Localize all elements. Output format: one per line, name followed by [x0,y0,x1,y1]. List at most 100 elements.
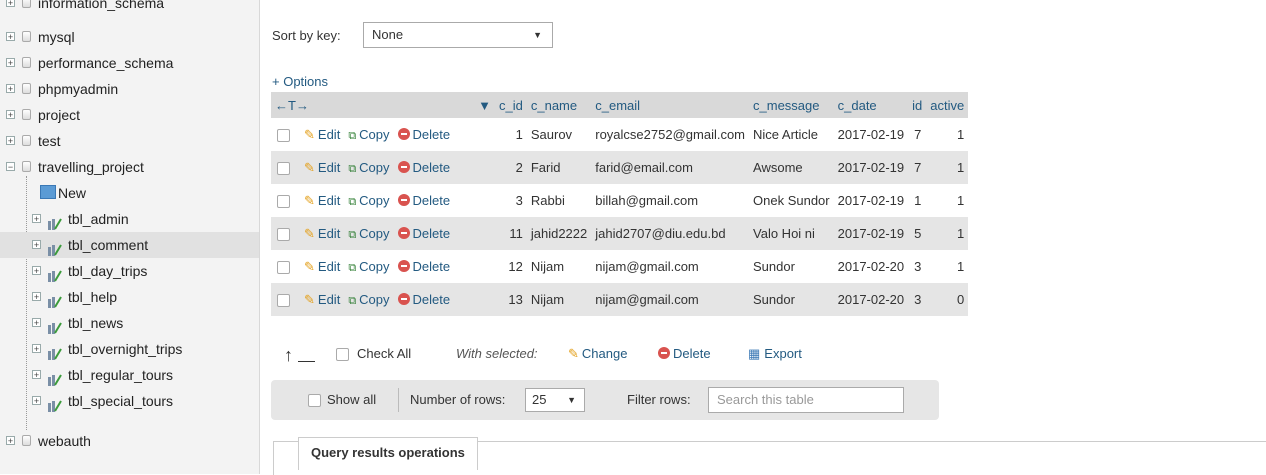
sidebar-item-tbl-comment[interactable]: + tbl_comment [0,232,259,258]
sidebar-item-tbl-help[interactable]: + tbl_help [0,284,259,310]
cell-id[interactable]: 7 [908,118,927,151]
cell-c-date[interactable]: 2017-02-20 [833,283,909,316]
cell-c-name[interactable]: Saurov [526,118,592,151]
expand-icon[interactable]: + [6,0,15,8]
cell-id[interactable]: 5 [908,217,927,250]
cell-c-name[interactable]: Nijam [526,250,592,283]
change-button[interactable]: ✎ Change [568,346,627,362]
delete-button[interactable]: Delete [397,292,450,307]
row-checkbox[interactable] [277,128,290,142]
delete-button[interactable]: Delete [397,193,450,208]
edit-button[interactable]: ✎ Edit [304,193,340,208]
expand-icon[interactable]: + [32,396,41,406]
sidebar-item-project[interactable]: + project [0,102,259,128]
options-link[interactable]: + Options [272,74,328,89]
sidebar-item-tbl-overnight-trips[interactable]: + tbl_overnight_trips [0,336,259,362]
cell-c-id[interactable]: 2 [495,151,527,184]
cell-c-date[interactable]: 2017-02-19 [833,217,909,250]
query-results-operations-tab[interactable]: Query results operations [298,437,478,470]
column-header-active[interactable]: active [926,92,969,118]
edit-button[interactable]: ✎ Edit [304,127,340,142]
delete-button[interactable]: Delete [397,259,450,274]
sidebar-item-test[interactable]: + test [0,128,259,154]
expand-icon[interactable]: + [32,344,41,354]
cell-c-name[interactable]: Farid [526,151,592,184]
row-checkbox[interactable] [277,227,290,241]
edit-button[interactable]: ✎ Edit [304,292,340,307]
cell-active[interactable]: 1 [926,151,969,184]
cell-c-message[interactable]: Awsome [749,151,834,184]
column-header-c_date[interactable]: c_date [833,92,909,118]
cell-c-date[interactable]: 2017-02-19 [833,118,909,151]
cell-c-id[interactable]: 11 [495,217,527,250]
row-checkbox[interactable] [277,293,290,307]
cell-c-email[interactable]: farid@email.com [591,151,750,184]
check-all-checkbox[interactable] [336,348,349,361]
sidebar-item-tbl-news[interactable]: + tbl_news [0,310,259,336]
cell-c-email[interactable]: nijam@gmail.com [591,250,750,283]
cell-c-id[interactable]: 13 [495,283,527,316]
delete-button[interactable]: Delete [397,226,450,241]
expand-icon[interactable]: + [32,318,41,328]
copy-button[interactable]: ⧉ Copy [348,127,389,142]
sidebar-item-tbl-special-tours[interactable]: + tbl_special_tours [0,388,259,414]
delete-button[interactable]: Delete [397,160,450,175]
expand-icon[interactable]: + [6,32,15,42]
expand-icon[interactable]: + [6,58,15,68]
column-filter-icon[interactable]: ▼ [357,92,495,118]
column-header-c_email[interactable]: c_email [591,92,750,118]
filter-rows-input[interactable]: Search this table [708,387,904,413]
row-checkbox[interactable] [277,260,290,274]
cell-c-name[interactable]: Nijam [526,283,592,316]
cell-c-message[interactable]: Valo Hoi ni [749,217,834,250]
cell-id[interactable]: 7 [908,151,927,184]
delete-button[interactable]: Delete [397,127,450,142]
sidebar-item-tbl-admin[interactable]: + tbl_admin [0,206,259,232]
cell-active[interactable]: 1 [926,250,969,283]
sidebar-item-tbl-day-trips[interactable]: + tbl_day_trips [0,258,259,284]
edit-button[interactable]: ✎ Edit [304,160,340,175]
edit-button[interactable]: ✎ Edit [304,259,340,274]
collapse-icon[interactable]: − [6,162,15,172]
sidebar-item-tbl-regular-tours[interactable]: + tbl_regular_tours [0,362,259,388]
copy-button[interactable]: ⧉ Copy [348,160,389,175]
export-button[interactable]: ▦ Export [748,346,802,362]
cell-c-id[interactable]: 3 [495,184,527,217]
cell-c-message[interactable]: Onek Sundor [749,184,834,217]
edit-button[interactable]: ✎ Edit [304,226,340,241]
expand-icon[interactable]: + [32,292,41,302]
cell-c-date[interactable]: 2017-02-19 [833,151,909,184]
cell-id[interactable]: 3 [908,250,927,283]
copy-button[interactable]: ⧉ Copy [348,259,389,274]
cell-id[interactable]: 1 [908,184,927,217]
copy-button[interactable]: ⧉ Copy [348,193,389,208]
cell-c-email[interactable]: nijam@gmail.com [591,283,750,316]
expand-icon[interactable]: + [6,110,15,120]
cell-id[interactable]: 3 [908,283,927,316]
expand-icon[interactable]: + [6,84,15,94]
cell-active[interactable]: 1 [926,118,969,151]
expand-icon[interactable]: + [32,266,41,276]
column-header-id[interactable]: id [908,92,927,118]
copy-button[interactable]: ⧉ Copy [348,292,389,307]
cell-c-message[interactable]: Sundor [749,250,834,283]
sidebar-item-new[interactable]: New [0,180,259,206]
sidebar-item-information-schema[interactable]: + information_schema [0,0,259,16]
cell-active[interactable]: 0 [926,283,969,316]
column-header-c_message[interactable]: c_message [749,92,834,118]
cell-active[interactable]: 1 [926,217,969,250]
bulk-delete-button[interactable]: Delete [658,346,711,361]
cell-c-email[interactable]: billah@gmail.com [591,184,750,217]
cell-c-message[interactable]: Nice Article [749,118,834,151]
cell-c-message[interactable]: Sundor [749,283,834,316]
sidebar-item-travelling-project[interactable]: − travelling_project [0,154,259,180]
column-arrows[interactable]: ←T→ [271,92,357,118]
cell-active[interactable]: 1 [926,184,969,217]
expand-icon[interactable]: + [32,240,41,250]
cell-c-date[interactable]: 2017-02-19 [833,184,909,217]
copy-button[interactable]: ⧉ Copy [348,226,389,241]
number-of-rows-select[interactable]: 25 ▼ [525,388,585,412]
column-header-c_id[interactable]: c_id [495,92,527,118]
cell-c-email[interactable]: jahid2707@diu.edu.bd [591,217,750,250]
sidebar-item-performance-schema[interactable]: + performance_schema [0,50,259,76]
